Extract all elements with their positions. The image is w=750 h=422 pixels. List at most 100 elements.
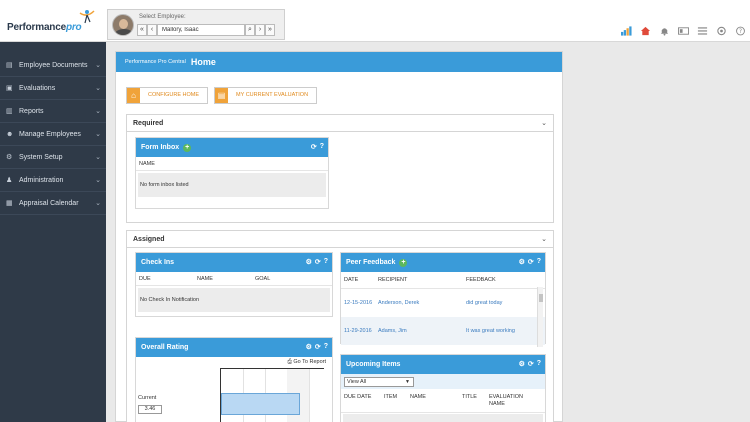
sidebar-item-label: Appraisal Calendar — [19, 199, 79, 207]
table-row[interactable]: 12-15-2016 Anderson, Derek did great tod… — [341, 289, 545, 317]
top-bar: Performancepro Select Employee: « ‹ ⌕ › … — [0, 0, 750, 42]
first-employee-button[interactable]: « — [137, 24, 147, 36]
assigned-section: Assigned ⌄ Check Ins ⚙ ⟳? DUE NAME GOAL No… — [126, 230, 554, 422]
chevron-down-icon[interactable]: ⌄ — [541, 115, 547, 132]
col-evaluation-name: EVALUATION NAME — [489, 394, 524, 407]
eval-icon: ▣ — [6, 85, 13, 92]
app-logo[interactable]: Performancepro — [7, 22, 82, 33]
col-due: DUE — [139, 275, 151, 282]
bar-chart-icon[interactable] — [621, 26, 632, 36]
current-rating-label: Current — [138, 395, 157, 401]
page-header: Performance Pro Central Home — [116, 52, 562, 72]
refresh-icon[interactable]: ⟳ — [311, 143, 317, 151]
go-to-report-link[interactable]: ⎙ Go To Report — [287, 359, 326, 366]
home-icon: ⌂ — [127, 88, 140, 103]
col-date: DATE — [344, 277, 359, 283]
add-icon[interactable]: + — [183, 143, 192, 152]
table-row[interactable]: 11-29-2016 Adams, Jim It was great worki… — [341, 317, 545, 345]
gear-icon[interactable]: ⚙ — [306, 343, 312, 351]
gear-icon[interactable]: ⚙ — [519, 258, 525, 266]
col-item: ITEM — [384, 394, 398, 400]
support-icon[interactable] — [716, 26, 727, 36]
required-title: Required — [133, 120, 164, 127]
sidebar-item-label: Administration — [19, 176, 64, 184]
list-icon[interactable] — [697, 26, 708, 36]
employee-avatar — [112, 14, 134, 36]
main-panel: Performance Pro Central Home ⌂ CONFIGURE… — [115, 51, 563, 422]
home-icon[interactable] — [640, 26, 651, 36]
gear-icon: ⚙ — [6, 154, 13, 161]
id-card-icon[interactable] — [678, 26, 689, 36]
chevron-down-icon: ⌄ — [95, 131, 101, 138]
go-to-report-label: Go To Report — [293, 359, 326, 365]
form-inbox-header: Form Inbox + ⟳? — [136, 138, 328, 157]
sidebar-item-manage-employees[interactable]: ☻ Manage Employees ⌄ — [0, 123, 106, 146]
last-employee-button[interactable]: » — [265, 24, 275, 36]
view-filter-select[interactable]: View All ▼ — [344, 377, 414, 387]
help-icon[interactable]: ? — [537, 258, 541, 266]
peer-feedback-header: Peer Feedback + ⚙ ⟳? — [341, 253, 545, 272]
assigned-section-header[interactable]: Assigned ⌄ — [127, 231, 553, 248]
required-section-header[interactable]: Required ⌄ — [127, 115, 553, 132]
help-icon[interactable]: ? — [324, 258, 328, 266]
peer-feedback-columns: DATE RECIPIENT FEEDBACK — [341, 272, 545, 289]
current-rating-value: 3.46 — [138, 405, 162, 414]
form-inbox-widget: Form Inbox + ⟳? NAME No form inbox liste… — [135, 137, 329, 209]
upcoming-items-title: Upcoming Items — [346, 361, 401, 368]
sidebar-item-appraisal-calendar[interactable]: ▦ Appraisal Calendar ⌄ — [0, 192, 106, 215]
upcoming-filter-bar: View All ▼ — [341, 374, 545, 389]
svg-text:?: ? — [739, 28, 742, 35]
col-feedback: FEEDBACK — [466, 277, 496, 283]
next-employee-button[interactable]: › — [255, 24, 265, 36]
refresh-icon[interactable]: ⟳ — [315, 343, 321, 351]
employee-input[interactable] — [157, 24, 245, 36]
row-recipient[interactable]: Anderson, Derek — [378, 300, 466, 306]
bell-icon[interactable] — [659, 26, 670, 36]
gear-icon[interactable]: ⚙ — [306, 258, 312, 266]
chevron-down-icon: ⌄ — [95, 177, 101, 184]
sidebar-item-evaluations[interactable]: ▣ Evaluations ⌄ — [0, 77, 106, 100]
peer-feedback-widget: Peer Feedback + ⚙ ⟳? DATE RECIPIENT FEEDB… — [340, 252, 546, 347]
refresh-icon[interactable]: ⟳ — [315, 258, 321, 266]
my-current-evaluation-label: MY CURRENT EVALUATION — [236, 92, 309, 98]
sidebar-item-system-setup[interactable]: ⚙ System Setup ⌄ — [0, 146, 106, 169]
sidebar-item-label: Reports — [19, 107, 44, 115]
admin-icon: ♟ — [6, 177, 13, 184]
gear-icon[interactable]: ⚙ — [519, 360, 525, 368]
refresh-icon[interactable]: ⟳ — [528, 258, 534, 266]
col-name: NAME — [410, 394, 426, 400]
help-icon[interactable]: ? — [320, 143, 324, 151]
help-icon[interactable]: ? — [537, 360, 541, 368]
rating-bar — [221, 393, 300, 415]
sidebar-item-label: Manage Employees — [19, 130, 81, 138]
home-actions: ⌂ CONFIGURE HOME ▤ MY CURRENT EVALUATION — [126, 87, 318, 104]
col-recipient: RECIPIENT — [378, 277, 408, 283]
row-recipient[interactable]: Adams, Jim — [378, 328, 466, 334]
prev-employee-button[interactable]: ‹ — [147, 24, 157, 36]
top-icons: ? — [621, 26, 746, 36]
form-inbox-title: Form Inbox — [141, 144, 180, 151]
row-feedback[interactable]: It was great working — [466, 328, 515, 334]
col-name: NAME — [139, 160, 155, 167]
upcoming-row-area — [343, 414, 543, 422]
configure-home-button[interactable]: ⌂ CONFIGURE HOME — [126, 87, 209, 104]
report-icon: ▥ — [6, 108, 13, 115]
chevron-down-icon[interactable]: ⌄ — [541, 231, 547, 248]
search-employee-button[interactable]: ⌕ — [245, 24, 255, 36]
help-icon[interactable]: ? — [735, 26, 746, 36]
breadcrumb[interactable]: Performance Pro Central — [125, 59, 186, 65]
sidebar-item-employee-documents[interactable]: ▤ Employee Documents ⌄ — [0, 54, 106, 77]
sidebar-item-label: Employee Documents — [19, 61, 88, 69]
employee-nav: « ‹ ⌕ › » — [137, 24, 275, 36]
sidebar-item-reports[interactable]: ▥ Reports ⌄ — [0, 100, 106, 123]
peer-feedback-scrollbar[interactable] — [537, 287, 543, 347]
refresh-icon[interactable]: ⟳ — [528, 360, 534, 368]
page-title: Home — [190, 57, 216, 67]
my-current-evaluation-button[interactable]: ▤ MY CURRENT EVALUATION — [214, 87, 318, 104]
help-icon[interactable]: ? — [324, 343, 328, 351]
sidebar-item-administration[interactable]: ♟ Administration ⌄ — [0, 169, 106, 192]
overall-rating-title: Overall Rating — [141, 344, 189, 351]
add-icon[interactable]: + — [399, 258, 408, 267]
row-feedback[interactable]: did great today — [466, 300, 502, 306]
col-title: TITLE — [462, 394, 477, 400]
